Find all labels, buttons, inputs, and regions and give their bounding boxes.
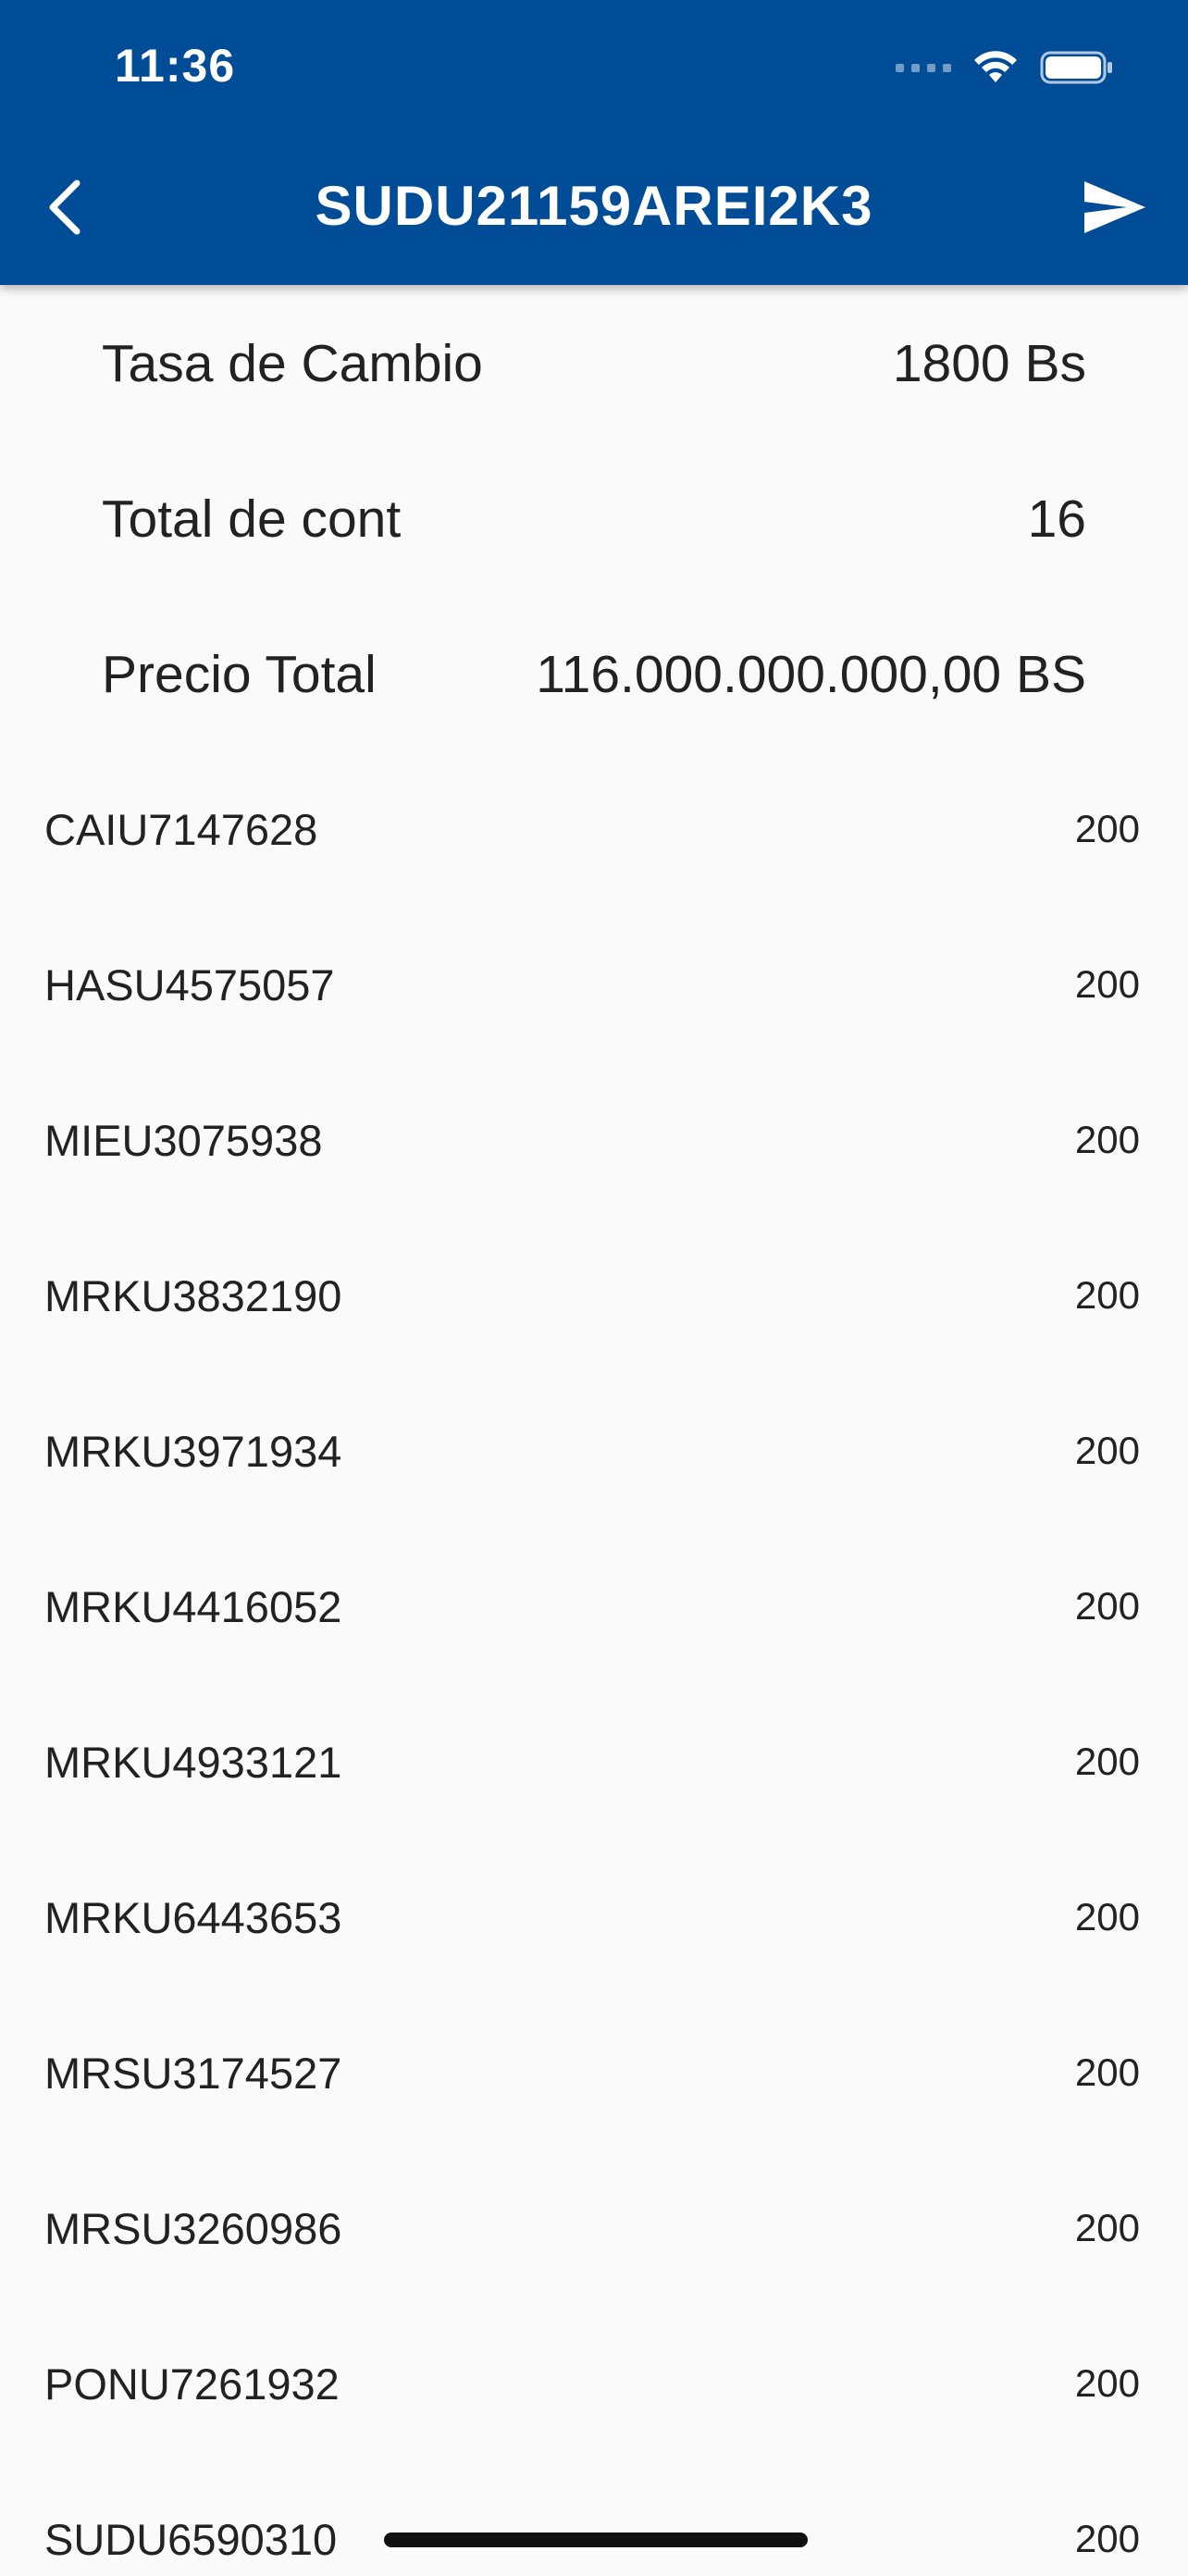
- list-item[interactable]: HASU4575057 200: [44, 947, 1140, 1022]
- page-title: SUDU21159AREI2K3: [315, 175, 873, 237]
- list-item[interactable]: MRKU6443653 200: [44, 1880, 1140, 1954]
- send-button[interactable]: [1073, 172, 1157, 242]
- summary-row-total-containers: Total de cont 16: [102, 473, 1086, 565]
- container-value: 200: [1074, 1273, 1140, 1317]
- container-value: 200: [1074, 2361, 1140, 2405]
- container-value: 200: [1074, 1740, 1140, 1783]
- container-code: MRSU3260986: [44, 2203, 342, 2253]
- container-code: MRKU3971934: [44, 1426, 342, 1476]
- container-value: 200: [1074, 1584, 1140, 1628]
- container-value: 200: [1074, 1118, 1140, 1161]
- summary-label: Precio Total: [102, 645, 377, 704]
- container-value: 200: [1074, 1895, 1140, 1938]
- container-code: MIEU3075938: [44, 1115, 323, 1165]
- cellular-signal-icon: [896, 63, 951, 72]
- list-item[interactable]: MRKU4416052 200: [44, 1569, 1140, 1643]
- summary-value: 1800 Bs: [892, 334, 1086, 393]
- summary-row-total-price: Precio Total 116.000.000.000,00 BS: [102, 628, 1086, 721]
- container-value: 200: [1074, 2517, 1140, 2560]
- container-code: HASU4575057: [44, 960, 335, 1009]
- list-item[interactable]: MRSU3260986 200: [44, 2191, 1140, 2265]
- summary-value: 116.000.000.000,00 BS: [536, 645, 1086, 704]
- container-value: 200: [1074, 962, 1140, 1006]
- home-indicator[interactable]: [384, 2533, 808, 2547]
- summary-row-exchange-rate: Tasa de Cambio 1800 Bs: [102, 317, 1086, 410]
- summary-label: Tasa de Cambio: [102, 334, 483, 393]
- list-item[interactable]: MRKU3971934 200: [44, 1414, 1140, 1488]
- container-value: 200: [1074, 1429, 1140, 1472]
- container-code: MRKU6443653: [44, 1892, 342, 1942]
- container-value: 200: [1074, 2206, 1140, 2249]
- send-icon: [1084, 181, 1145, 233]
- list-item[interactable]: MRKU4933121 200: [44, 1725, 1140, 1799]
- container-code: MRSU3174527: [44, 2048, 342, 2098]
- container-code: PONU7261932: [44, 2359, 340, 2409]
- container-code: SUDU6590310: [44, 2514, 338, 2564]
- list-item[interactable]: MRKU3832190 200: [44, 1258, 1140, 1332]
- container-code: MRKU4933121: [44, 1737, 342, 1787]
- list-item[interactable]: MIEU3075938 200: [44, 1103, 1140, 1177]
- container-code: MRKU3832190: [44, 1270, 342, 1320]
- wifi-icon: [974, 51, 1017, 82]
- container-code: MRKU4416052: [44, 1581, 342, 1631]
- container-value: 200: [1074, 2050, 1140, 2094]
- list-item[interactable]: MRSU3174527 200: [44, 2036, 1140, 2110]
- status-time: 11:36: [115, 40, 236, 92]
- status-icons: [896, 44, 1114, 91]
- list-item[interactable]: CAIU7147628 200: [44, 792, 1140, 866]
- app-bar: 11:36 SUDU21159AREI2K3: [0, 0, 1188, 285]
- battery-icon: [1040, 51, 1112, 84]
- container-code: CAIU7147628: [44, 804, 318, 854]
- summary-label: Total de cont: [102, 489, 402, 549]
- summary-value: 16: [1027, 489, 1086, 549]
- container-value: 200: [1074, 807, 1140, 850]
- list-item[interactable]: PONU7261932 200: [44, 2347, 1140, 2421]
